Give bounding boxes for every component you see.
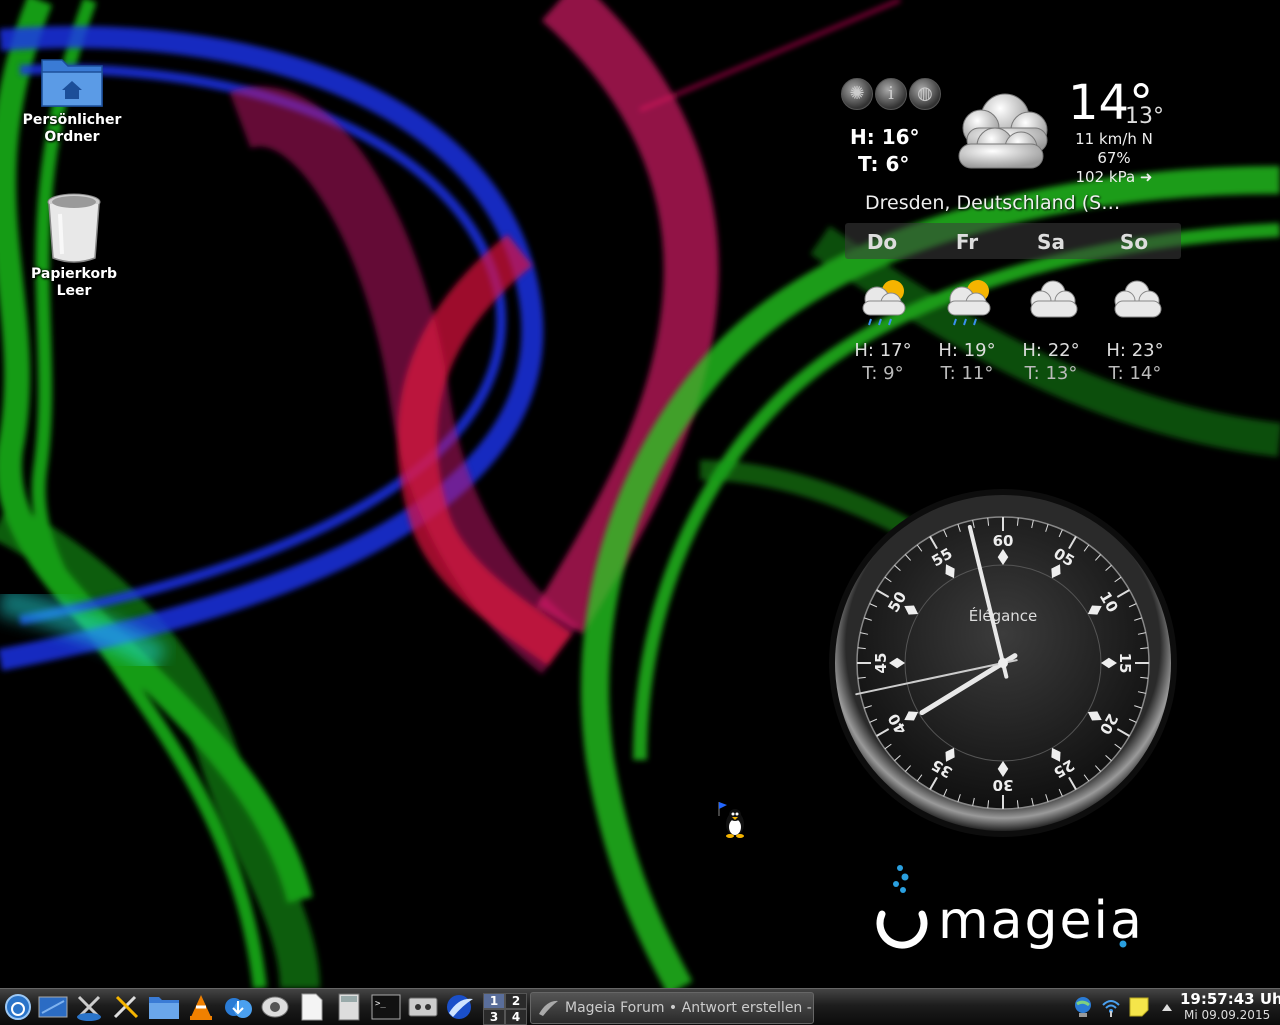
download-icon[interactable] (222, 992, 254, 1022)
pressure-value: 102 kPa ➜ (1075, 168, 1153, 186)
rain-sun-cloud-icon (862, 280, 906, 326)
humidity-value: 67% (1097, 149, 1131, 167)
desktop-icon-label: Papierkorb (30, 266, 118, 282)
mageia-wordmark: mageia (938, 891, 1144, 951)
taskbar-panel: >_ 1 2 3 4 Mageia Forum • Antwort erstel… (0, 988, 1280, 1025)
forecast-day: Do (866, 230, 898, 254)
expand-icon[interactable] (1154, 994, 1180, 1020)
forecast-high: H: 22° (1022, 340, 1080, 361)
desktop-icon-label: Persönlicher (22, 112, 122, 128)
clock-numeral: 45 (872, 653, 890, 674)
task-button[interactable]: Mageia Forum • Antwort erstellen - (530, 992, 814, 1024)
menu-icon[interactable] (2, 992, 34, 1022)
clock-numeral: 30 (993, 776, 1014, 794)
pager-desktop-3[interactable]: 3 (483, 1009, 505, 1025)
pager-desktop-4[interactable]: 4 (505, 1009, 527, 1025)
panel-clock-date[interactable]: Mi 09.09.2015 (1184, 1008, 1280, 1022)
home-folder-icon (41, 59, 103, 107)
desktop-icon-trash[interactable]: Papierkorb Leer (19, 192, 129, 300)
cloud-icon (1114, 280, 1162, 318)
pager-desktop-1[interactable]: 1 (483, 993, 505, 1009)
globe-icon[interactable]: ◍ (909, 78, 941, 110)
sun-icon[interactable]: ✺ (841, 78, 873, 110)
desktop-icon-label: Leer (56, 283, 92, 299)
analog-clock-widget: 600510152025303540455055 Élégance (829, 489, 1177, 837)
vlc-icon[interactable] (185, 992, 217, 1022)
rain-sun-cloud-icon (947, 280, 991, 326)
forecast-high: H: 17° (854, 340, 912, 361)
forecast-high: H: 23° (1106, 340, 1164, 361)
forecast-low: T: 9° (862, 363, 904, 384)
weather-widget: ✺ i ◍ H: 16° T: 6° 14° 13° 11 km/h N 67%… (835, 70, 1185, 390)
desktop-icon-home-folder[interactable]: Persönlicher Ordner (17, 52, 127, 146)
today-high: H: 16° (850, 125, 920, 149)
terminal-icon[interactable]: >_ (370, 992, 402, 1022)
weather-location: Dresden, Deutschland (S… (865, 192, 1121, 214)
pager-desktop-2[interactable]: 2 (505, 993, 527, 1009)
phone-icon[interactable] (259, 992, 291, 1022)
system-tray (1068, 992, 1178, 1022)
clock-numeral: 60 (993, 532, 1014, 550)
trash-icon (47, 193, 101, 263)
current-min-temperature: 13° (1125, 104, 1164, 129)
network-globe-icon[interactable] (1070, 994, 1096, 1020)
forecast-low: T: 13° (1024, 363, 1078, 384)
clock-center-pin (998, 658, 1008, 668)
virtual-desktop-pager[interactable]: 1 2 3 4 (481, 991, 527, 1025)
clock-numeral: 15 (1116, 653, 1134, 674)
tape-icon[interactable] (407, 992, 439, 1022)
calculator-icon[interactable] (333, 992, 365, 1022)
forecast-day: Sa (1037, 230, 1065, 254)
cloud-icon (1030, 280, 1078, 318)
desktop-icon-label: Ordner (44, 129, 100, 145)
desktop-icon[interactable] (37, 992, 69, 1022)
file-manager-icon[interactable] (148, 992, 180, 1022)
penguin-icon[interactable] (715, 800, 751, 840)
browser-icon (539, 1000, 558, 1016)
forecast-day: Fr (955, 230, 979, 254)
panel-clock-time[interactable]: 19:57:43 Uhr (1180, 990, 1280, 1008)
notes-icon[interactable] (1126, 994, 1152, 1020)
forecast-low: T: 11° (940, 363, 994, 384)
svg-text:>_: >_ (375, 999, 386, 1009)
mageia-logo: mageia (876, 865, 1144, 951)
wind-value: 11 km/h N (1075, 130, 1153, 148)
system-settings-icon[interactable] (73, 992, 105, 1022)
document-icon[interactable] (296, 992, 328, 1022)
task-label: Mageia Forum • Antwort erstellen - (565, 1000, 812, 1016)
forecast-high: H: 19° (938, 340, 996, 361)
today-low: T: 6° (858, 152, 910, 176)
browser-icon[interactable] (443, 992, 475, 1022)
clock-brand: Élégance (969, 606, 1038, 625)
wifi-icon[interactable] (1098, 994, 1124, 1020)
forecast-low: T: 14° (1108, 363, 1162, 384)
info-icon[interactable]: i (875, 78, 907, 110)
forecast-day: So (1119, 230, 1149, 254)
cloud-icon (958, 93, 1048, 169)
tools-icon[interactable] (110, 992, 142, 1022)
